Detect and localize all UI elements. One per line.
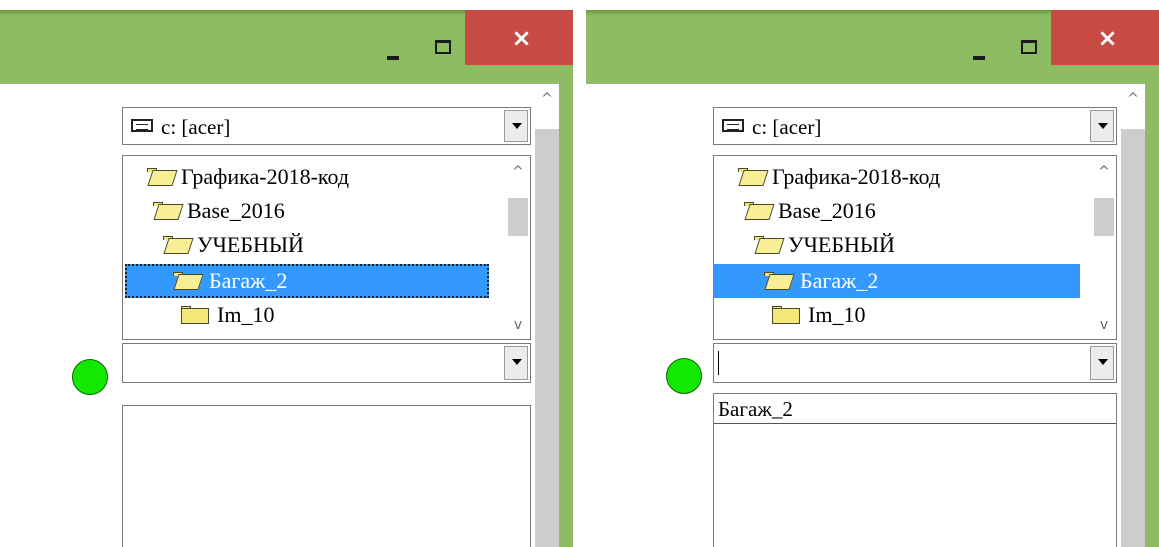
open-folder-icon bbox=[764, 272, 795, 290]
scrollbar-thumb[interactable] bbox=[508, 198, 528, 236]
tree-item[interactable]: УЧЕБНЫЙ bbox=[163, 228, 463, 262]
maximize-icon[interactable] bbox=[426, 34, 458, 60]
open-folder-icon bbox=[153, 202, 184, 220]
folder-icon bbox=[181, 306, 209, 324]
tree-item[interactable]: Base_2016 bbox=[744, 194, 1044, 228]
tree-item[interactable]: Im_10 bbox=[772, 298, 1072, 332]
close-icon[interactable]: × bbox=[465, 10, 573, 65]
tree-item[interactable]: Base_2016 bbox=[153, 194, 453, 228]
folder-icon bbox=[772, 306, 800, 324]
name-combo[interactable] bbox=[713, 343, 1117, 383]
scroll-up-icon[interactable]: ^ bbox=[510, 164, 526, 180]
drive-icon bbox=[131, 119, 153, 132]
tree-item-selected[interactable]: Багаж_2 bbox=[714, 264, 1080, 298]
tree-scrollbar[interactable]: ^ v bbox=[506, 156, 530, 339]
open-folder-icon bbox=[754, 236, 785, 254]
minimize-icon[interactable] bbox=[964, 37, 996, 63]
open-folder-icon bbox=[738, 168, 769, 186]
scroll-down-icon[interactable]: v bbox=[510, 317, 526, 333]
drive-combo[interactable]: c: [acer] bbox=[713, 107, 1117, 145]
name-combo[interactable] bbox=[122, 343, 531, 383]
dialog-panel-after: × ^ c: [acer] Графика-2018-код Base_2016… bbox=[586, 10, 1159, 547]
drive-icon bbox=[722, 119, 744, 132]
drive-combo-value: c: [acer] bbox=[752, 115, 822, 139]
tree-item-selected[interactable]: Багаж_2 bbox=[125, 264, 489, 298]
tree-item[interactable]: Графика-2018-код bbox=[738, 160, 1078, 194]
scroll-down-icon[interactable]: v bbox=[1096, 317, 1112, 333]
open-folder-icon bbox=[147, 168, 178, 186]
file-list[interactable]: Багаж_2 bbox=[713, 393, 1117, 547]
text-caret bbox=[718, 351, 719, 375]
close-icon[interactable]: × bbox=[1051, 10, 1159, 65]
drive-combo[interactable]: c: [acer] bbox=[122, 107, 531, 145]
dropdown-arrow-icon[interactable] bbox=[504, 346, 528, 380]
tree-item[interactable]: Im_10 bbox=[181, 298, 481, 332]
outer-scrollbar[interactable]: ^ bbox=[1121, 83, 1145, 547]
folder-tree[interactable]: Графика-2018-код Base_2016 УЧЕБНЫЙ Багаж… bbox=[713, 155, 1117, 340]
title-bar: × bbox=[0, 10, 573, 84]
dropdown-arrow-icon[interactable] bbox=[504, 110, 528, 142]
open-folder-icon bbox=[173, 272, 204, 290]
list-item[interactable]: Багаж_2 bbox=[714, 394, 1116, 424]
outer-scrollbar[interactable]: ^ bbox=[535, 83, 559, 547]
title-bar: × bbox=[586, 10, 1159, 84]
dialog-panel-before: × ^ c: [acer] Графика-2018-код Base_2016… bbox=[0, 10, 573, 547]
tree-scrollbar[interactable]: ^ v bbox=[1092, 156, 1116, 339]
status-indicator bbox=[72, 359, 108, 395]
drive-combo-value: c: [acer] bbox=[161, 115, 231, 139]
minimize-icon[interactable] bbox=[378, 37, 410, 63]
window-frame bbox=[559, 83, 573, 547]
status-indicator bbox=[666, 358, 702, 394]
folder-tree[interactable]: Графика-2018-код Base_2016 УЧЕБНЫЙ Багаж… bbox=[122, 155, 531, 340]
scrollbar-thumb[interactable] bbox=[1094, 198, 1114, 236]
scroll-up-icon[interactable]: ^ bbox=[539, 91, 555, 107]
tree-item[interactable]: УЧЕБНЫЙ bbox=[754, 228, 1054, 262]
scrollbar-thumb[interactable] bbox=[1121, 129, 1145, 547]
file-list[interactable] bbox=[122, 405, 531, 547]
open-folder-icon bbox=[163, 236, 194, 254]
open-folder-icon bbox=[744, 202, 775, 220]
scroll-up-icon[interactable]: ^ bbox=[1096, 164, 1112, 180]
maximize-icon[interactable] bbox=[1012, 34, 1044, 60]
dropdown-arrow-icon[interactable] bbox=[1090, 110, 1114, 142]
window-frame bbox=[1145, 83, 1159, 547]
tree-item[interactable]: Графика-2018-код bbox=[147, 160, 487, 194]
scrollbar-thumb[interactable] bbox=[535, 129, 559, 547]
dropdown-arrow-icon[interactable] bbox=[1090, 346, 1114, 380]
scroll-up-icon[interactable]: ^ bbox=[1125, 91, 1141, 107]
